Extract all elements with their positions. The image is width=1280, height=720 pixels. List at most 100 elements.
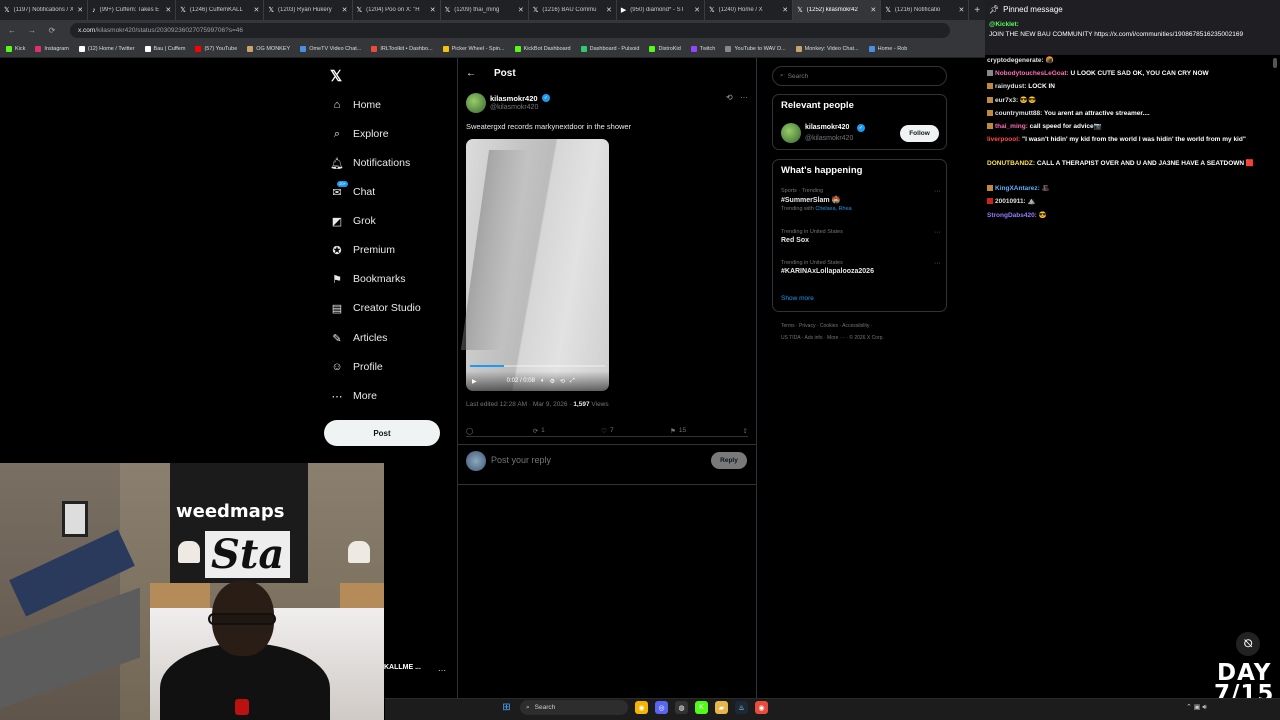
sidebar-item-more[interactable]: ⋯ More	[330, 389, 377, 403]
browser-tab[interactable]: ▶ (950) diamond* - ST ✕	[617, 0, 705, 20]
show-more-link[interactable]: Show more	[781, 295, 814, 302]
chat-username[interactable]: countrymutt88:	[995, 110, 1042, 117]
forward-nav-icon[interactable]: →	[24, 26, 40, 35]
close-tab-icon[interactable]: ✕	[870, 6, 876, 14]
sidebar-item-grok[interactable]: ◩ Grok	[330, 214, 376, 228]
bookmark-item[interactable]: Twitch	[690, 46, 715, 52]
folder-icon[interactable]: ▰	[715, 701, 728, 714]
chat-username[interactable]: StrongDabs420:	[987, 212, 1037, 219]
new-tab-icon[interactable]: +	[969, 0, 985, 20]
url-bar[interactable]: x.com/kilasmokr420/status/20309236027075…	[70, 23, 950, 38]
footer-links-2[interactable]: US TIDA · Ads info · More ··· · © 2026 X…	[781, 335, 951, 341]
chat-username[interactable]: liverpoool:	[987, 136, 1020, 143]
trend-more-icon[interactable]: ···	[934, 260, 941, 267]
relevant-avatar[interactable]	[781, 123, 801, 143]
footer-links[interactable]: Terms · Privacy · Cookies · Accessibilit…	[781, 323, 951, 329]
reply-input[interactable]	[491, 455, 691, 465]
x-logo-icon[interactable]: 𝕏	[330, 67, 342, 85]
volume-icon[interactable]: 🔈︎	[541, 378, 545, 385]
chrome-icon[interactable]: ◉	[635, 701, 648, 714]
repost-action[interactable]: ⟳ 1	[533, 425, 545, 436]
relevant-handle[interactable]: @kilasmokr420	[805, 135, 853, 142]
back-nav-icon[interactable]: ←	[4, 26, 20, 35]
post-more-icon[interactable]: ···	[740, 93, 748, 102]
browser-tab[interactable]: 𝕏 (1240) Home / X ✕	[705, 0, 794, 20]
trend-sub-link[interactable]: Chelsea, Rhea	[815, 206, 851, 212]
close-tab-icon[interactable]: ✕	[430, 6, 436, 14]
bookmark-item[interactable]: Instagram	[35, 46, 69, 52]
close-tab-icon[interactable]: ✕	[694, 6, 700, 14]
trend-item[interactable]: Sports · Trending #SummerSlam 🏟️ Trending …	[781, 188, 941, 212]
browser-tab[interactable]: 𝕏 (1203) Ryan Hukery ✕	[264, 0, 353, 20]
chat-username[interactable]: DONUTBANDZ:	[987, 160, 1035, 167]
browser-tab[interactable]: 𝕏 (1209) thai_ming ✕	[441, 0, 529, 20]
bookmark-action[interactable]: ⚑ 15	[670, 425, 686, 436]
trend-item[interactable]: Trending in United States Red Sox ···	[781, 229, 941, 244]
like-action[interactable]: ♡ 7	[601, 425, 613, 436]
relevant-name[interactable]: kilasmokr420	[805, 124, 849, 131]
sidebar-item-premium[interactable]: ✪ Premium	[330, 243, 395, 257]
play-icon[interactable]: ▶	[472, 378, 477, 385]
grok-explain-icon[interactable]: ⟲	[726, 93, 733, 102]
close-tab-icon[interactable]: ✕	[959, 6, 965, 14]
steam-icon[interactable]: ♨	[735, 701, 748, 714]
close-tab-icon[interactable]: ✕	[782, 6, 788, 14]
obs-icon[interactable]: ◍	[675, 701, 688, 714]
reply-action[interactable]: ◯	[466, 425, 476, 436]
start-icon[interactable]: ⊞	[500, 701, 513, 714]
sidebar-item-explore[interactable]: ⌕ Explore	[330, 127, 389, 141]
bookmark-item[interactable]: YouTube to WAV D...	[725, 46, 786, 52]
video-progress-bar[interactable]	[470, 365, 605, 367]
close-tab-icon[interactable]: ✕	[77, 6, 83, 14]
chat-username[interactable]: thai_ming:	[995, 123, 1028, 130]
chat-username[interactable]: 20010911:	[995, 198, 1026, 205]
sidebar-item-profile[interactable]: ☺ Profile	[330, 360, 382, 374]
follow-button[interactable]: Follow	[900, 125, 939, 142]
reply-button[interactable]: Reply	[711, 452, 747, 469]
chat-username[interactable]: cryptodegenerate:	[987, 57, 1044, 64]
taskbar-search[interactable]: ⌕ Search	[520, 700, 628, 715]
close-tab-icon[interactable]: ✕	[254, 6, 260, 14]
kick-app-icon[interactable]: K	[695, 701, 708, 714]
close-tab-icon[interactable]: ✕	[606, 6, 612, 14]
trend-item[interactable]: Trending in United States #KARINAxLollapa…	[781, 260, 941, 275]
close-tab-icon[interactable]: ✕	[342, 6, 348, 14]
browser-tab[interactable]: 𝕏 (1216) Notificatio ✕	[881, 0, 970, 20]
search-input[interactable]: ⌕ Search	[772, 66, 947, 86]
chat-username[interactable]: NobodytouchesLeGoat:	[995, 70, 1069, 77]
bookmark-item[interactable]: Home - Rob	[868, 46, 907, 52]
browser-tab[interactable]: 𝕏 (1197) Notifications / X ✕	[0, 0, 89, 20]
browser-tab[interactable]: 𝕏 (1216) BAU Commu ✕	[529, 0, 617, 20]
back-arrow-icon[interactable]: ←	[466, 68, 476, 79]
chat-username[interactable]: KingXAntarez:	[995, 185, 1040, 192]
scrollbar[interactable]	[1273, 58, 1277, 68]
sidebar-item-bookmarks[interactable]: ⚑ Bookmarks	[330, 272, 405, 286]
sidebar-item-home[interactable]: ⌂ Home	[330, 98, 381, 112]
author-handle[interactable]: @kilasmokr420	[490, 104, 538, 111]
browser-tab[interactable]: 𝕏 (1246) CuffemKALL ✕	[176, 0, 265, 20]
bookmark-item[interactable]: OG MONKEY	[247, 46, 290, 52]
discord-icon[interactable]: ◎	[655, 701, 668, 714]
close-tab-icon[interactable]: ✕	[165, 6, 171, 14]
bookmark-item[interactable]: IRLToolkit • Dashbo...	[371, 46, 433, 52]
sidebar-item-notifications[interactable]: 🔔︎ Notifications	[330, 156, 410, 170]
trend-more-icon[interactable]: ···	[934, 229, 941, 236]
author-avatar[interactable]	[466, 93, 486, 113]
bookmark-item[interactable]: (12) Home / Twitter	[78, 46, 135, 52]
account-more-icon[interactable]: ···	[438, 666, 446, 675]
bookmark-item[interactable]: OmeTV Video Chat...	[300, 46, 361, 52]
browser-tab[interactable]: 𝕏 (1252) kilasmokr42 ✕	[793, 0, 882, 20]
post-button[interactable]: Post	[324, 420, 440, 446]
bookmark-item[interactable]: Monkey: Video Chat...	[795, 46, 859, 52]
bookmark-item[interactable]: Bau | Cuffem	[144, 46, 185, 52]
chat-username[interactable]: rainydust:	[995, 83, 1026, 90]
sidebar-item-creator-studio[interactable]: ▤ Creator Studio	[330, 301, 421, 315]
bookmark-item[interactable]: Dashboard - Pulsoid	[580, 46, 639, 52]
browser-tab[interactable]: ♪ (99+) Cuffem: Takes E ✕	[88, 0, 177, 20]
trend-more-icon[interactable]: ···	[934, 188, 941, 195]
bookmark-item[interactable]: (57) YouTube	[195, 46, 237, 52]
author-name[interactable]: kilasmokr420	[490, 94, 538, 103]
chat-username[interactable]: eur7x3:	[995, 97, 1018, 104]
fullscreen-icon[interactable]: ⤢	[570, 378, 575, 385]
bookmark-item[interactable]: Kick	[6, 46, 25, 52]
